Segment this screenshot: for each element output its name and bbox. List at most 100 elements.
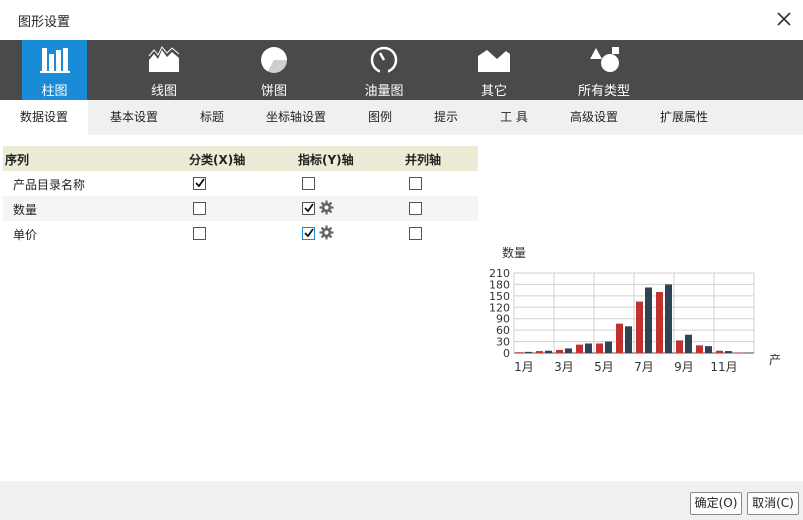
y-tick-label: 30: [496, 336, 510, 349]
chart-type-label: 柱图: [41, 84, 68, 99]
ok-button[interactable]: 确定(O): [690, 492, 742, 515]
bar: [585, 343, 592, 353]
bar: [665, 284, 672, 353]
header-indicator-axis: 指标(Y)轴: [298, 153, 354, 167]
header-parallel-axis: 并列轴: [405, 153, 442, 167]
indicator-axis-checkbox[interactable]: [302, 177, 315, 190]
indicator-axis-checkbox[interactable]: [302, 202, 315, 215]
chart-type-label: 其它: [480, 84, 507, 99]
y-tick-label: 90: [496, 313, 510, 326]
y-tick-label: 150: [489, 290, 510, 303]
table-row: 单价: [3, 221, 478, 246]
parallel-axis-checkbox[interactable]: [409, 177, 422, 190]
bar: [536, 351, 543, 353]
category-axis-checkbox[interactable]: [193, 227, 206, 240]
chart-type-bar[interactable]: 柱图: [22, 40, 87, 100]
x-tick-label: 3月: [554, 360, 574, 374]
tab-axis-settings[interactable]: 坐标轴设置: [256, 100, 336, 135]
bar-chart-icon: [39, 46, 71, 74]
y-axis-title: 数量: [502, 245, 526, 260]
indicator-axis-checkbox[interactable]: [302, 227, 315, 240]
table-row: 产品目录名称: [3, 171, 478, 196]
chart-type-all[interactable]: 所有类型: [570, 40, 638, 100]
y-tick-label: 0: [503, 347, 510, 360]
bar: [685, 334, 692, 353]
chart-type-label: 所有类型: [577, 84, 630, 99]
gauge-icon: [368, 46, 400, 74]
dialog-title: 图形设置: [18, 15, 71, 30]
bar: [596, 343, 603, 353]
dialog-titlebar: 图形设置: [0, 0, 803, 40]
chart-type-toolbar: 柱图 线图 饼图 油量图 其它 所有类型: [0, 40, 803, 100]
bar: [525, 351, 532, 353]
tab-basic-settings[interactable]: 基本设置: [96, 100, 172, 135]
x-tick-label: 1月: [514, 360, 534, 374]
dialog-footer: 确定(O) 取消(C): [0, 481, 803, 520]
chart-type-label: 饼图: [260, 84, 287, 99]
data-settings-panel: 序列 分类(X)轴 指标(Y)轴 并列轴 产品目录名称 数量 单价 0 30 6…: [0, 135, 803, 481]
bar: [616, 323, 623, 353]
area-chart-icon: [148, 46, 180, 74]
x-tick-label: 7月: [634, 360, 654, 374]
parallel-axis-checkbox[interactable]: [409, 202, 422, 215]
y-tick-label: 120: [489, 301, 510, 314]
header-series: 序列: [5, 153, 30, 167]
bar: [705, 346, 712, 353]
gear-icon[interactable]: [319, 225, 334, 240]
close-icon[interactable]: [775, 10, 793, 28]
chart-type-gauge[interactable]: 油量图: [350, 40, 418, 100]
bar: [576, 344, 583, 353]
tab-extended-properties[interactable]: 扩展属性: [650, 100, 718, 135]
row-label: 单价: [13, 228, 38, 242]
chart-type-line[interactable]: 线图: [130, 40, 198, 100]
grid-header: 序列 分类(X)轴 指标(Y)轴 并列轴: [3, 146, 478, 171]
bar-chart-preview: 0306090120150180210 1月 3月 5月 7月 9月 11月 数量产: [489, 245, 781, 374]
other-chart-icon: [478, 46, 510, 74]
y-tick-label: 60: [496, 324, 510, 337]
parallel-axis-checkbox[interactable]: [409, 227, 422, 240]
bar: [565, 348, 572, 353]
bar: [625, 326, 632, 353]
tab-title[interactable]: 标题: [190, 100, 234, 135]
pie-chart-icon: [258, 46, 290, 74]
bar: [745, 352, 752, 354]
x-tick-label: 11月: [710, 360, 737, 374]
table-row: 数量: [3, 196, 478, 221]
chart-type-label: 线图: [150, 84, 177, 99]
row-label: 数量: [13, 203, 38, 217]
bar: [636, 301, 643, 353]
tab-legend[interactable]: 图例: [358, 100, 402, 135]
tab-tools[interactable]: 工 具: [490, 100, 538, 135]
bar: [696, 345, 703, 353]
row-label: 产品目录名称: [13, 178, 86, 192]
tab-data-settings[interactable]: 数据设置: [0, 100, 88, 135]
bar: [645, 287, 652, 353]
series-grid: 序列 分类(X)轴 指标(Y)轴 并列轴 产品目录名称 数量 单价: [3, 146, 478, 246]
shapes-icon: [588, 46, 620, 74]
chart-type-label: 油量图: [364, 84, 404, 99]
tab-advanced-settings[interactable]: 高级设置: [560, 100, 628, 135]
chart-type-pie[interactable]: 饼图: [240, 40, 308, 100]
bar: [545, 350, 552, 353]
tab-tooltip[interactable]: 提示: [424, 100, 468, 135]
bar: [716, 350, 723, 353]
bar: [556, 349, 563, 353]
y-tick-label: 210: [489, 267, 510, 280]
chart-type-other[interactable]: 其它: [460, 40, 528, 100]
x-tick-label: 9月: [674, 360, 694, 374]
category-axis-checkbox[interactable]: [193, 177, 206, 190]
bar: [725, 351, 732, 353]
bar: [676, 340, 683, 353]
y-tick-label: 180: [489, 278, 510, 291]
bar: [516, 352, 523, 353]
gear-icon[interactable]: [319, 200, 334, 215]
settings-tabbar: 数据设置 基本设置 标题 坐标轴设置 图例 提示 工 具 高级设置 扩展属性: [0, 100, 803, 135]
x-tick-label: 5月: [594, 360, 614, 374]
chart-preview: 0 30 60 90 120 150 180 210 1月 3月 5月 7月 9月 11月 数量产: [480, 240, 783, 380]
bar: [605, 341, 612, 353]
cancel-button[interactable]: 取消(C): [747, 492, 799, 515]
bar: [736, 352, 743, 354]
header-category-axis: 分类(X)轴: [189, 153, 246, 167]
bar: [656, 292, 663, 353]
category-axis-checkbox[interactable]: [193, 202, 206, 215]
